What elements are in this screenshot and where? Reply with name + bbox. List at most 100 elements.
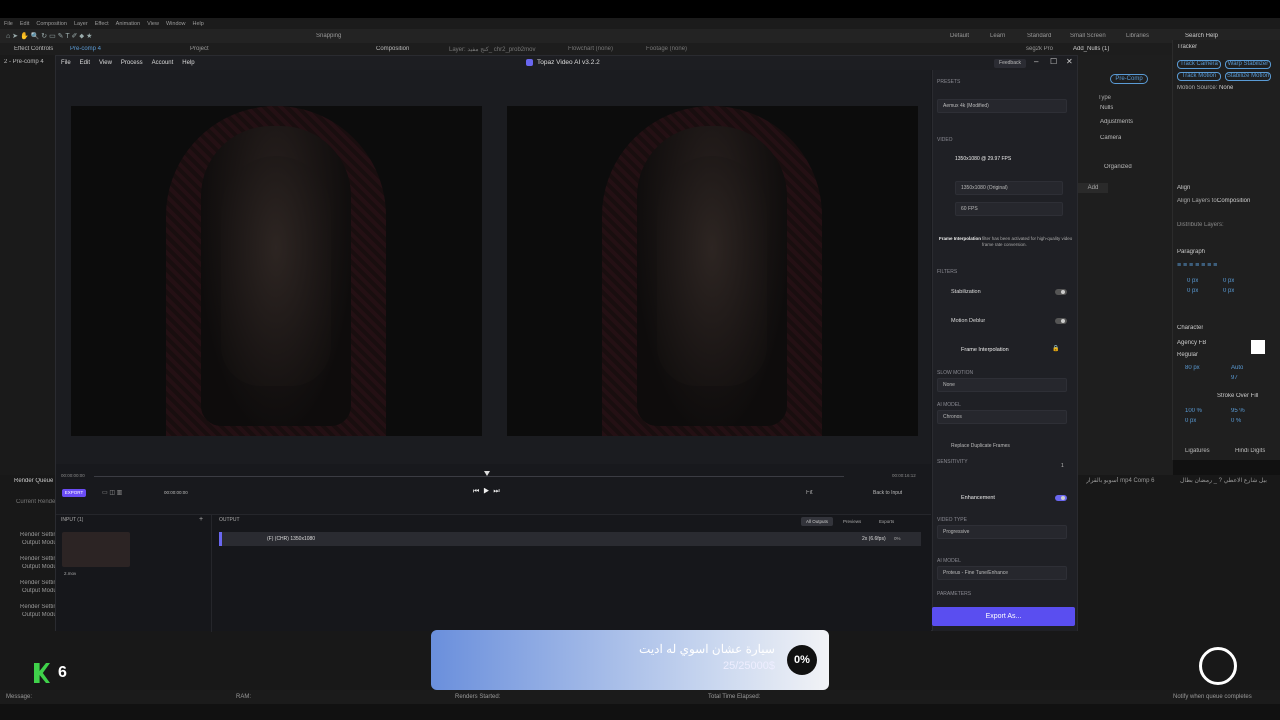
- precomp-button[interactable]: Pre-Comp: [1110, 74, 1148, 84]
- output-fps-dropdown[interactable]: 60 FPS: [955, 202, 1063, 216]
- layer-tab[interactable]: Layer: كنج مفيد_ chr2_prob2mov: [449, 46, 539, 53]
- warp-stabilizer-button[interactable]: Warp Stabilizer: [1225, 60, 1271, 69]
- stabilize-motion-button[interactable]: Stabilize Motion: [1225, 72, 1271, 81]
- filter-frame-interpolation[interactable]: Frame Interpolation: [961, 347, 1009, 353]
- type-nulls[interactable]: Nulls: [1100, 105, 1113, 111]
- tab-previews[interactable]: Previews: [843, 519, 861, 524]
- type-adjustments[interactable]: Adjustments: [1100, 119, 1133, 125]
- organized-option[interactable]: Organized: [1104, 164, 1132, 170]
- playback-controls[interactable]: ⏮ ▶ ⏭: [473, 488, 500, 496]
- slow-motion-dropdown[interactable]: None: [937, 378, 1067, 392]
- indent-right[interactable]: 0 px: [1223, 278, 1234, 284]
- topaz-menu-view[interactable]: View: [99, 60, 112, 66]
- minimize-icon[interactable]: –: [1034, 57, 1038, 66]
- render-settings-1[interactable]: Render Settings: [20, 532, 56, 538]
- sensitivity-value[interactable]: 1: [1061, 463, 1064, 469]
- ae-menu-layer[interactable]: Layer: [74, 21, 88, 27]
- export-as-button[interactable]: Export As...: [932, 607, 1075, 626]
- output-module-3[interactable]: Output Module: [22, 588, 56, 594]
- add-input-icon[interactable]: +: [199, 516, 203, 523]
- add-button[interactable]: Add: [1078, 183, 1108, 193]
- ae-menu-edit[interactable]: Edit: [20, 21, 29, 27]
- workspace-standard[interactable]: Standard: [1027, 33, 1051, 39]
- render-settings-4[interactable]: Render Settings: [20, 604, 56, 610]
- output-module-4[interactable]: Output Module: [22, 612, 56, 618]
- topaz-menu-account[interactable]: Account: [152, 60, 174, 66]
- back-to-input-button[interactable]: Back to Input: [873, 490, 902, 496]
- render-queue-tab[interactable]: Render Queue: [14, 478, 53, 484]
- close-icon[interactable]: ✕: [1066, 57, 1073, 66]
- ae-menu-effect[interactable]: Effect: [95, 21, 109, 27]
- workspace-default[interactable]: Default: [950, 33, 969, 39]
- replace-duplicate-checkbox[interactable]: Replace Duplicate Frames: [951, 443, 1010, 449]
- left-item[interactable]: 2 - Pre-comp 4: [4, 59, 44, 65]
- composition-tab[interactable]: Composition: [376, 46, 409, 52]
- font-style-value[interactable]: Regular: [1177, 352, 1198, 358]
- stabilization-toggle[interactable]: [1055, 289, 1067, 295]
- type-camera[interactable]: Camera: [1100, 135, 1121, 141]
- hindi-digits-checkbox[interactable]: Hindi Digits: [1235, 448, 1265, 454]
- font-family-value[interactable]: Agency FB: [1177, 340, 1206, 346]
- footage-tab[interactable]: Footage (none): [646, 46, 687, 52]
- topaz-menu-help[interactable]: Help: [182, 60, 194, 66]
- ae-menu-composition[interactable]: Composition: [36, 21, 67, 27]
- vertical-scale-value[interactable]: 100 %: [1185, 408, 1202, 414]
- output-resolution-dropdown[interactable]: 1350x1080 (Original): [955, 181, 1063, 195]
- space-after[interactable]: 0 px: [1223, 288, 1234, 294]
- workspace-libraries[interactable]: Libraries: [1126, 33, 1149, 39]
- motion-deblur-toggle[interactable]: [1055, 318, 1067, 324]
- stroke-mode-value[interactable]: Stroke Over Fill: [1217, 393, 1258, 399]
- motion-source-value[interactable]: None: [1219, 85, 1233, 91]
- video-type-dropdown[interactable]: Progressive: [937, 525, 1067, 539]
- tsume-value[interactable]: 0 %: [1231, 418, 1241, 424]
- track-camera-button[interactable]: Track Camera: [1177, 60, 1221, 69]
- output-row[interactable]: (F) (CHR) 1350x1080 2x (6.6fps) 0%: [219, 532, 921, 546]
- maximize-icon[interactable]: ☐: [1050, 57, 1057, 66]
- ligatures-checkbox[interactable]: Ligatures: [1185, 448, 1210, 454]
- filter-motion-deblur[interactable]: Motion Deblur: [951, 318, 985, 324]
- interp-ai-model-dropdown[interactable]: Chronos: [937, 410, 1067, 424]
- view-mode-icons[interactable]: ▭ ◫ ▥: [102, 489, 122, 496]
- ae-menu-help[interactable]: Help: [193, 21, 204, 27]
- track-motion-button[interactable]: Track Motion: [1177, 72, 1221, 81]
- ae-menu-animation[interactable]: Animation: [116, 21, 140, 27]
- tab-all-outputs[interactable]: All Outputs: [801, 517, 833, 526]
- snapping-label[interactable]: Snapping: [316, 33, 341, 39]
- search-help[interactable]: Search Help: [1185, 33, 1218, 39]
- feedback-button[interactable]: Feedback: [994, 59, 1026, 68]
- font-size-value[interactable]: 80 px: [1185, 365, 1200, 371]
- render-settings-2[interactable]: Render Settings: [20, 556, 56, 562]
- seg-pro-tab[interactable]: seg2k Pro: [1026, 46, 1053, 52]
- comp-tab-2[interactable]: أسوبو بالقرار mp4 Comp 6: [1086, 477, 1166, 484]
- playhead-marker[interactable]: [484, 471, 490, 476]
- notify-checkbox[interactable]: Notify when queue completes: [1173, 694, 1252, 700]
- space-before[interactable]: 0 px: [1187, 288, 1198, 294]
- project-tab[interactable]: Project: [190, 46, 209, 52]
- comp-tab-1[interactable]: بيل شارع الاعطي ? _ رمضان بطال: [1180, 477, 1275, 484]
- tool-icons[interactable]: ⌂ ➤ ✋ 🔍 ↻ ▭ ✎ T ✐ ⬥ ★: [6, 32, 92, 41]
- flowchart-tab[interactable]: Flowchart (none): [568, 46, 613, 52]
- ae-menu-window[interactable]: Window: [166, 21, 186, 27]
- current-timecode[interactable]: 00:00:00:00: [164, 490, 188, 495]
- indent-left[interactable]: 0 px: [1187, 278, 1198, 284]
- ae-menu-file[interactable]: File: [4, 21, 13, 27]
- fill-color-swatch[interactable]: [1251, 340, 1265, 354]
- horizontal-scale-value[interactable]: 95 %: [1231, 408, 1245, 414]
- output-module-1[interactable]: Output Module: [22, 540, 56, 546]
- preset-dropdown[interactable]: Aemux 4k (Modified): [937, 99, 1067, 113]
- workspace-learn[interactable]: Learn: [990, 33, 1005, 39]
- timeline-track[interactable]: [94, 476, 844, 477]
- baseline-shift-value[interactable]: 0 px: [1185, 418, 1196, 424]
- workspace-small-screen[interactable]: Small Screen: [1070, 33, 1106, 39]
- tab-exports[interactable]: Exports: [879, 519, 894, 524]
- effect-controls-tab[interactable]: Effect Controls: [14, 46, 53, 52]
- zoom-fit[interactable]: Fit: [806, 490, 813, 496]
- filter-enhancement[interactable]: Enhancement: [961, 495, 995, 501]
- align-layers-to-value[interactable]: Composition: [1217, 198, 1250, 204]
- paragraph-align-icons[interactable]: ≡ ≡ ≡ ≡ ≡ ≡ ≡: [1177, 262, 1217, 269]
- topaz-menu-process[interactable]: Process: [121, 60, 143, 66]
- leading-value[interactable]: Auto: [1231, 365, 1243, 371]
- filter-stabilization[interactable]: Stabilization: [951, 289, 981, 295]
- topaz-menu-edit[interactable]: Edit: [80, 60, 90, 66]
- enh-ai-model-dropdown[interactable]: Proteus - Fine Tune/Enhance: [937, 566, 1067, 580]
